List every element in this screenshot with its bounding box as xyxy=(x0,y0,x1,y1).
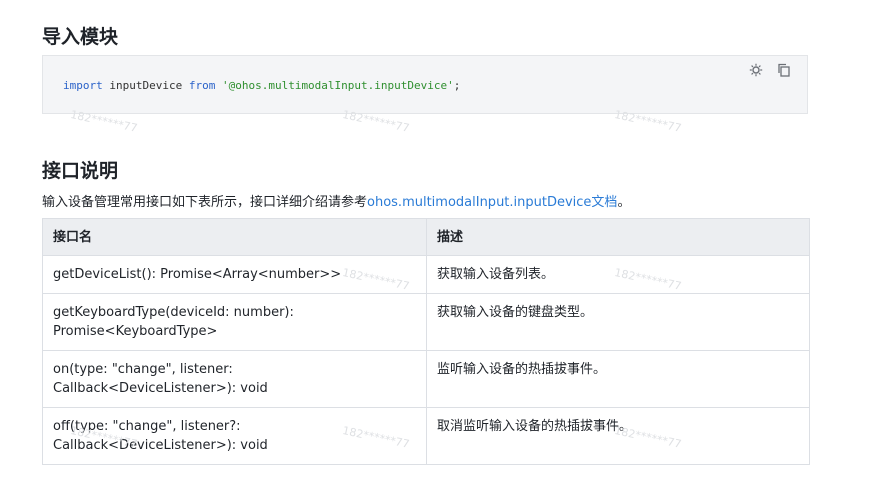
column-header-name: 接口名 xyxy=(42,218,427,256)
intro-text: 输入设备管理常用接口如下表所示，接口详细介绍请参考 xyxy=(42,195,368,210)
table-row: on(type: "change", listener: Callback<De… xyxy=(42,350,810,408)
code-toolbar xyxy=(749,63,791,77)
column-header-desc: 描述 xyxy=(426,218,810,256)
api-desc-cell: 监听输入设备的热插拔事件。 xyxy=(426,350,810,408)
api-name-cell: getKeyboardType(deviceId: number): Promi… xyxy=(42,293,427,351)
section-title-import: 导入模块 xyxy=(42,26,119,48)
code-keyword-from: from xyxy=(188,79,216,92)
api-desc-cell: 获取输入设备的键盘类型。 xyxy=(426,293,810,351)
copy-icon[interactable] xyxy=(777,63,791,77)
code-line: import inputDevice from '@ohos.multimoda… xyxy=(63,79,460,92)
table-row: off(type: "change", listener?: Callback<… xyxy=(42,407,810,465)
section-title-api: 接口说明 xyxy=(42,160,119,182)
code-semicolon: ; xyxy=(453,79,461,92)
code-identifier: inputDevice xyxy=(102,79,189,92)
api-name-cell: on(type: "change", listener: Callback<De… xyxy=(42,350,427,408)
table-row: getDeviceList(): Promise<Array<number>> … xyxy=(42,255,810,294)
code-block: import inputDevice from '@ohos.multimoda… xyxy=(42,55,808,114)
theme-toggle-icon[interactable] xyxy=(749,63,763,77)
api-table: 接口名 描述 getDeviceList(): Promise<Array<nu… xyxy=(42,218,810,465)
code-keyword-import: import xyxy=(63,79,103,92)
intro-paragraph: 输入设备管理常用接口如下表所示，接口详细介绍请参考ohos.multimodal… xyxy=(42,191,630,210)
code-module-string: '@ohos.multimodalInput.inputDevice' xyxy=(221,79,454,92)
table-header-row: 接口名 描述 xyxy=(42,218,810,256)
api-doc-link[interactable]: ohos.multimodalInput.inputDevice文档 xyxy=(367,195,617,210)
intro-suffix: 。 xyxy=(617,195,631,210)
table-row: getKeyboardType(deviceId: number): Promi… xyxy=(42,293,810,351)
